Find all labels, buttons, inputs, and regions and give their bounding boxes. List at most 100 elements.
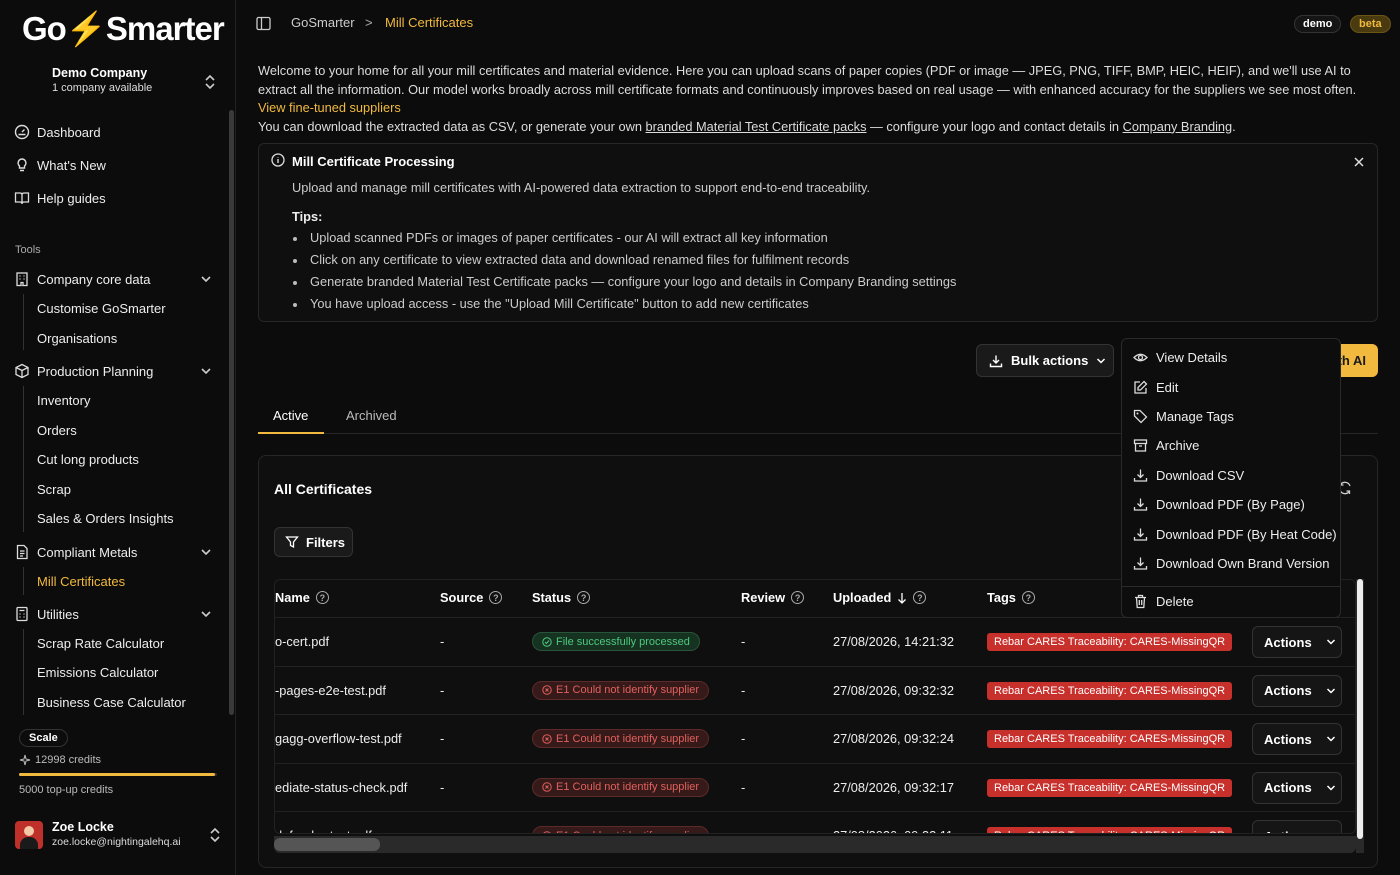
tag-icon	[1133, 409, 1148, 423]
nav-organisations[interactable]: Organisations	[37, 331, 117, 346]
nav-whats-new[interactable]: What's New	[14, 152, 106, 178]
arrow-down-icon	[898, 592, 907, 604]
cell-uploaded: 27/08/2026, 09:32:17	[833, 779, 954, 795]
company-switcher[interactable]: Demo Company 1 company available	[52, 66, 222, 94]
nav-utilities[interactable]: Utilities	[14, 601, 79, 627]
fine-tuned-suppliers-link[interactable]: View fine-tuned suppliers	[258, 100, 401, 115]
company-name: Demo Company	[52, 66, 148, 80]
menu-download-own-brand[interactable]: Download Own Brand Version	[1133, 552, 1329, 574]
menu-download-pdf-by-heat-code[interactable]: Download PDF (By Heat Code)	[1133, 523, 1337, 545]
table-row[interactable]: gagg-overflow-test.pdf - E1 Could not iden…	[275, 714, 1355, 763]
tab-archived[interactable]: Archived	[346, 408, 397, 423]
nav-orders[interactable]: Orders	[37, 423, 77, 438]
column-header-status[interactable]: Status?	[532, 590, 591, 605]
cell-name[interactable]: gagg-overflow-test.pdf	[275, 731, 402, 746]
menu-edit[interactable]: Edit	[1133, 376, 1178, 398]
table-row[interactable]: defender-test.pdf - E1 Could not identify …	[275, 811, 1355, 833]
menu-archive[interactable]: Archive	[1133, 434, 1199, 456]
actions-button[interactable]: Actions	[1252, 723, 1342, 755]
x-circle-icon	[543, 830, 551, 833]
scrollbar-thumb[interactable]	[1357, 579, 1363, 839]
bolt-icon: ⚡	[65, 10, 107, 47]
filters-button[interactable]: Filters	[274, 527, 353, 557]
menu-manage-tags[interactable]: Manage Tags	[1133, 405, 1234, 427]
submenu-line	[23, 567, 24, 595]
column-header-source[interactable]: Source?	[440, 590, 503, 605]
nav-company-core-data[interactable]: Company core data	[14, 266, 150, 292]
filter-icon	[285, 536, 299, 549]
breadcrumb-root[interactable]: GoSmarter	[291, 15, 355, 30]
user-menu[interactable]: Zoe Locke zoe.locke@nightingalehq.ai	[15, 818, 225, 852]
credit-progress-fill	[19, 773, 216, 776]
actions-button[interactable]: Actions	[1252, 674, 1342, 707]
demo-badge: demo	[1294, 15, 1342, 33]
column-header-tags[interactable]: Tags?	[987, 590, 1035, 605]
cell-review: -	[741, 828, 745, 833]
sidebar: Go⚡Smarter Demo Company 1 company availa…	[0, 0, 236, 875]
cell-name[interactable]: defender-test.pdf	[275, 828, 372, 833]
sidebar-toggle-icon[interactable]	[256, 16, 271, 31]
chevron-down-icon[interactable]	[200, 366, 212, 376]
column-header-uploaded[interactable]: Uploaded ?	[833, 590, 927, 605]
table-row[interactable]: -pages-e2e-test.pdf - E1 Could not identif…	[275, 665, 1355, 715]
company-branding-link[interactable]: Company Branding	[1123, 119, 1233, 134]
menu-divider	[1122, 586, 1340, 587]
help-circle-icon: ?	[577, 591, 591, 604]
menu-download-pdf-by-page[interactable]: Download PDF (By Page)	[1133, 493, 1305, 515]
menu-delete[interactable]: Delete	[1133, 590, 1194, 612]
sidebar-scrollbar[interactable]	[229, 110, 234, 715]
gosmarter-logo[interactable]: Go⚡Smarter	[22, 10, 225, 49]
cell-name[interactable]: o-cert.pdf	[275, 634, 329, 649]
chevron-down-icon[interactable]	[200, 609, 212, 619]
nav-emissions-calculator[interactable]: Emissions Calculator	[37, 665, 158, 680]
horizontal-scrollbar[interactable]	[274, 836, 1356, 853]
branded-mtc-packs-link[interactable]: branded Material Test Certificate packs	[646, 119, 867, 134]
nav-help-guides[interactable]: Help guides	[14, 185, 106, 211]
table-row[interactable]: o-cert.pdf - File successfully processed - 2…	[275, 617, 1355, 666]
actions-button[interactable]: Actions	[1252, 626, 1342, 658]
chevron-down-icon	[1326, 687, 1335, 694]
menu-download-csv[interactable]: Download CSV	[1133, 464, 1244, 486]
actions-button[interactable]: Actions	[1252, 771, 1342, 804]
nav-mill-certificates[interactable]: Mill Certificates	[37, 574, 125, 589]
bulk-actions-button[interactable]: Bulk actions	[976, 344, 1114, 377]
submenu-line	[23, 294, 24, 350]
download-icon	[1133, 528, 1148, 541]
eye-icon	[1133, 353, 1148, 361]
nav-production-planning[interactable]: Production Planning	[14, 358, 153, 384]
download-icon	[1133, 469, 1148, 482]
nav-inventory[interactable]: Inventory	[37, 393, 90, 408]
chevron-down-icon[interactable]	[200, 274, 212, 284]
user-email: zoe.locke@nightingalehq.ai	[52, 836, 181, 848]
nav-business-case-calculator[interactable]: Business Case Calculator	[37, 695, 186, 710]
book-open-icon	[14, 192, 30, 205]
status-badge: E1 Could not identify supplier	[532, 777, 710, 797]
download-icon	[1133, 557, 1148, 570]
status-badge: E1 Could not identify supplier	[532, 826, 710, 833]
nav-scrap-rate-calculator[interactable]: Scrap Rate Calculator	[37, 636, 164, 651]
cell-name[interactable]: -pages-e2e-test.pdf	[275, 683, 386, 698]
actions-button[interactable]: Actions	[1252, 820, 1342, 833]
close-icon[interactable]	[1353, 156, 1365, 168]
nav-company-core-label: Company core data	[37, 271, 151, 287]
nav-scrap[interactable]: Scrap	[37, 482, 71, 497]
tab-active[interactable]: Active	[273, 408, 308, 423]
filters-label: Filters	[306, 534, 346, 550]
nav-dashboard[interactable]: Dashboard	[14, 119, 101, 145]
chevron-down-icon	[1326, 639, 1335, 645]
nav-compliant-metals[interactable]: Compliant Metals	[14, 539, 137, 565]
cell-name[interactable]: ediate-status-check.pdf	[275, 780, 407, 795]
x-circle-icon	[542, 685, 552, 695]
menu-view-details[interactable]: View Details	[1133, 346, 1227, 368]
vertical-scrollbar[interactable]	[1356, 579, 1364, 853]
chevron-down-icon[interactable]	[200, 547, 212, 557]
nav-cut-long-products[interactable]: Cut long products	[37, 452, 139, 467]
submenu-line	[23, 386, 24, 532]
scrollbar-thumb[interactable]	[274, 838, 380, 851]
table-row[interactable]: ediate-status-check.pdf - E1 Could not ide…	[275, 762, 1355, 812]
column-header-review[interactable]: Review?	[741, 590, 805, 605]
nav-sales-orders-insights[interactable]: Sales & Orders Insights	[37, 511, 174, 526]
column-header-name[interactable]: Name?	[275, 590, 329, 605]
nav-customise-gosmarter[interactable]: Customise GoSmarter	[37, 301, 166, 316]
chevrons-up-down-icon	[210, 827, 220, 843]
